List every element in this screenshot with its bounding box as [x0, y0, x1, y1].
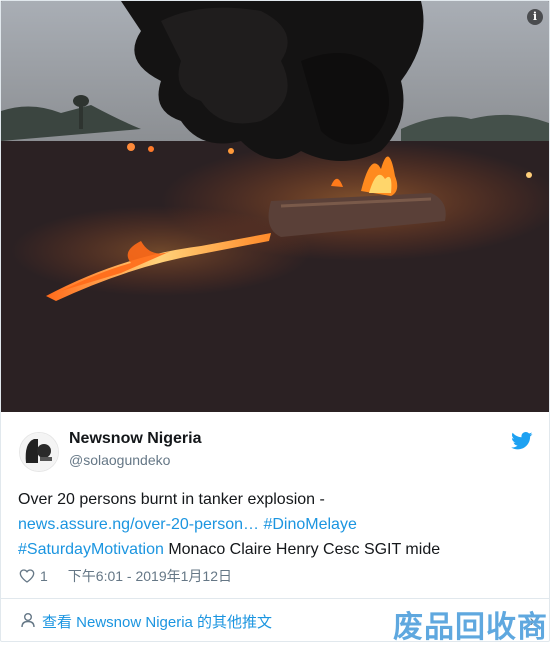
likes-count[interactable]: 1: [40, 568, 48, 584]
tweet-text: Over 20 persons burnt in tanker explosio…: [18, 487, 528, 562]
person-icon: [21, 613, 35, 628]
heart-icon[interactable]: [19, 568, 35, 584]
tweet-meta: 1 下午6:01 - 2019年1月12日: [19, 566, 232, 586]
watermark-text: 废品回收商: [393, 610, 548, 645]
footer-label[interactable]: 查看 Newsnow Nigeria 的其他推文: [42, 611, 272, 632]
hashtag-dinomelaye[interactable]: #DinoMelaye: [263, 516, 356, 533]
hashtag-saturdaymotivation[interactable]: #SaturdayMotivation: [18, 541, 164, 558]
tweet-header: Newsnow Nigeria @solaogundeko: [1, 412, 549, 482]
twitter-bird-icon[interactable]: [511, 432, 533, 450]
tweet-text-trailing: Monaco Claire Henry Cesc SGIT mide: [168, 541, 441, 558]
tweet-url-link[interactable]: news.assure.ng/over-20-person…: [18, 516, 259, 533]
author-handle[interactable]: @solaogundeko: [69, 452, 170, 468]
tweet-timestamp[interactable]: 下午6:01 - 2019年1月12日: [68, 566, 232, 586]
tweet-photo[interactable]: i: [1, 1, 549, 412]
watermark: 废品回收商: [393, 606, 548, 645]
info-icon[interactable]: i: [527, 9, 543, 25]
author-name[interactable]: Newsnow Nigeria: [69, 430, 201, 448]
tweet-card: i Newsnow Nigeria @solaogundeko Over 20 …: [0, 0, 550, 642]
tweet-text-line: Over 20 persons burnt in tanker explosio…: [18, 491, 325, 508]
avatar[interactable]: [19, 432, 59, 472]
